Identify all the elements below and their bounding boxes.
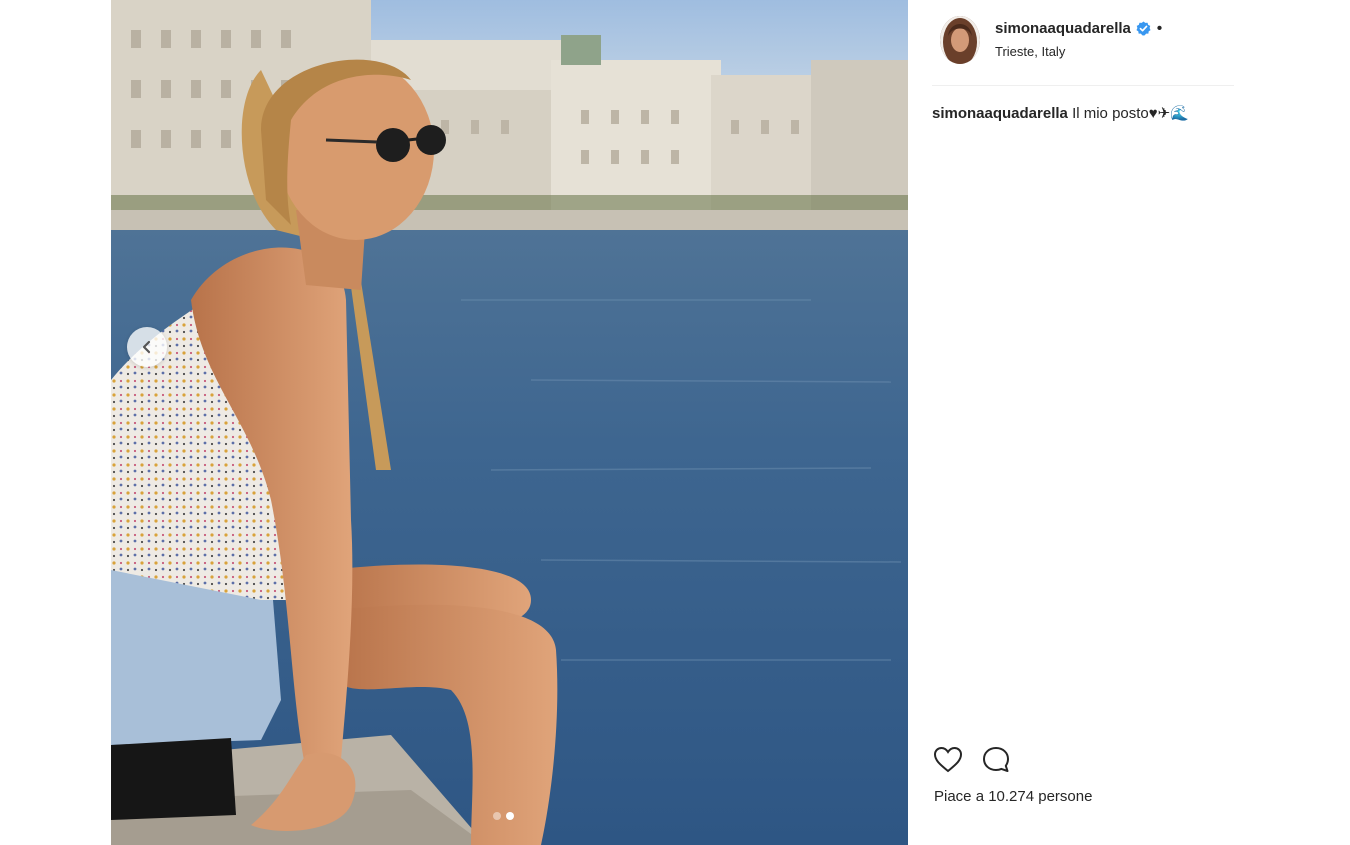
carousel-indicator bbox=[493, 812, 514, 820]
likes-count[interactable]: Piace a 10.274 persone bbox=[934, 788, 1092, 805]
location-link[interactable]: Trieste, Italy bbox=[995, 44, 1065, 59]
post-actions bbox=[932, 744, 1012, 776]
post-sidebar: simonaaquadarella • Trieste, Italy simon… bbox=[908, 0, 1350, 845]
carousel-dot-active bbox=[506, 812, 514, 820]
username-row: simonaaquadarella • bbox=[995, 20, 1162, 37]
caption-text: Il mio posto♥✈🌊 bbox=[1072, 105, 1189, 122]
verified-badge-icon bbox=[1136, 21, 1151, 36]
avatar[interactable] bbox=[940, 16, 980, 64]
chevron-left-icon bbox=[142, 340, 151, 354]
post-photo[interactable] bbox=[111, 0, 908, 845]
separator-dot: • bbox=[1156, 20, 1163, 37]
caption: simonaaquadarella Il mio posto♥✈🌊 bbox=[932, 104, 1189, 122]
post-header: simonaaquadarella • Trieste, Italy bbox=[932, 14, 1234, 86]
carousel-dot bbox=[493, 812, 501, 820]
photo-illustration bbox=[111, 0, 908, 845]
comment-button[interactable] bbox=[980, 744, 1012, 776]
caption-username[interactable]: simonaaquadarella bbox=[932, 105, 1068, 122]
comment-bubble-icon bbox=[983, 747, 1009, 772]
heart-outline-icon bbox=[933, 746, 963, 773]
carousel-prev-button[interactable] bbox=[127, 327, 167, 367]
avatar-image bbox=[940, 16, 980, 64]
username-link[interactable]: simonaaquadarella bbox=[995, 20, 1131, 37]
like-button[interactable] bbox=[932, 744, 964, 776]
